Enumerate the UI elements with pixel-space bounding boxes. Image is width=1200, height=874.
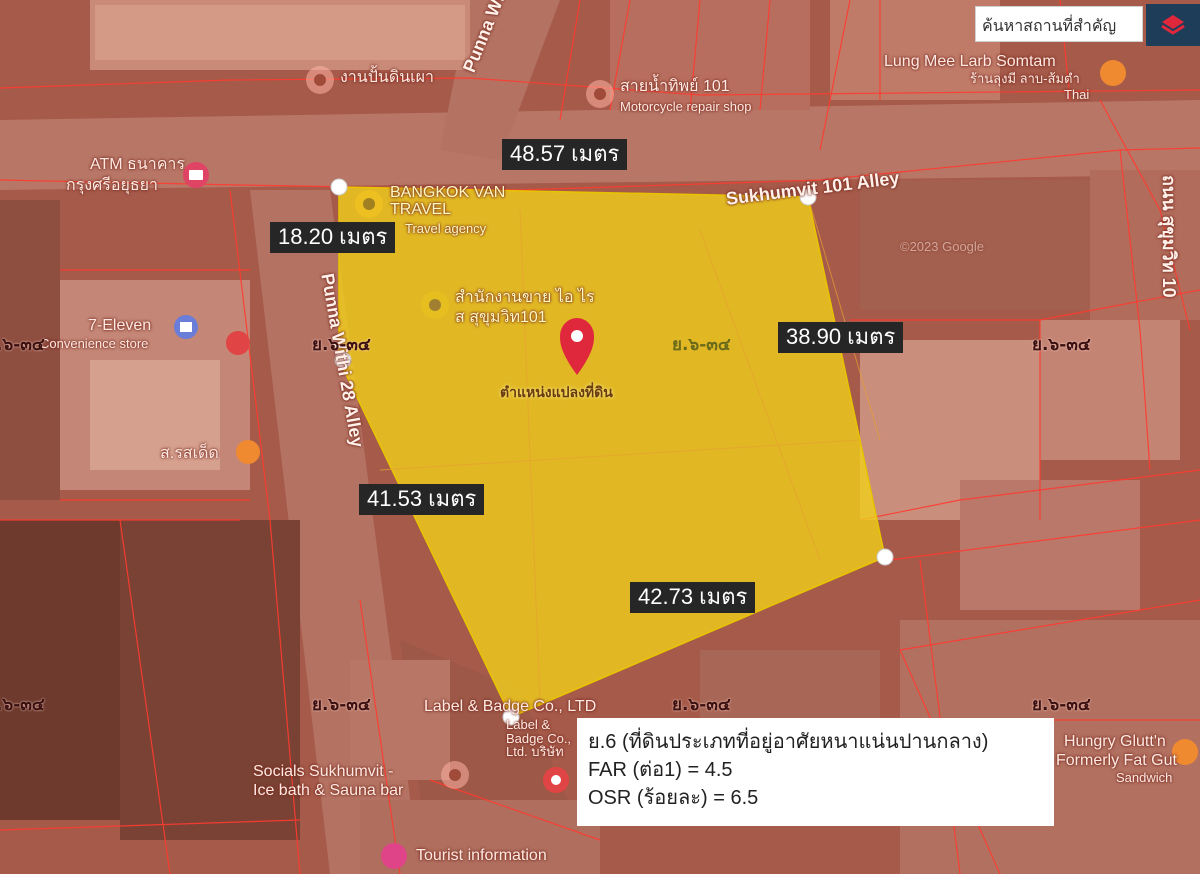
zone-label: ย.๖-๓๔ — [312, 695, 371, 715]
zoning-type: ย.6 (ที่ดินประเภทที่อยู่อาศัยหนาแน่นปานก… — [588, 731, 989, 753]
zone-label: ย.๖-๓๔ — [312, 335, 371, 355]
zone-label: ย.๖-๓๔ — [672, 695, 731, 715]
poi-label-lung-mee-thai: ร้านลุงมี ลาบ-ส้มตำ — [970, 71, 1080, 86]
poi-label-sales-office-1: สำนักงานขาย ไอ ไร — [455, 289, 595, 306]
poi-label-ice-bath: Ice bath & Sauna bar — [253, 782, 404, 799]
zone-label: ย.๖-๓๔ — [0, 335, 45, 355]
poi-label-atm: ATM ธนาคาร — [90, 156, 185, 173]
zone-label: ย.๖-๓๔ — [0, 695, 45, 715]
layers-icon — [1161, 15, 1185, 35]
poi-label-ban-pan-din-phao: งานปั้นดินเผา — [340, 69, 434, 86]
poi-marker-tourist — [381, 843, 407, 869]
poi-label-krungsri: กรุงศรีอยุธยา — [66, 177, 158, 194]
measurement-left: 41.53 เมตร — [359, 484, 485, 516]
poi-label-tourist-information: Tourist information — [416, 847, 547, 864]
search-input[interactable]: ค้นหาสถานที่สำคัญ — [975, 6, 1143, 42]
zone-label: ย.๖-๓๔ — [1032, 335, 1091, 355]
poi-label-thai: Thai — [1064, 87, 1090, 102]
measurement-left-top: 18.20 เมตร — [270, 222, 396, 254]
poi-label-sor-rot-det: ส.รสเด็ด — [160, 445, 219, 462]
poi-label-seven-eleven: 7-Eleven — [88, 317, 152, 334]
poi-label-bangkok-van-travel: BANGKOK VAN TRAVEL — [390, 184, 506, 218]
zone-label: ย.๖-๓๔ — [672, 335, 731, 355]
poi-label-hungry-glutton: Hungry Glutt'n — [1064, 733, 1166, 750]
poi-marker-red-pin — [226, 331, 250, 355]
poi-label-lung-mee-larb: Lung Mee Larb Somtam — [884, 53, 1056, 70]
measurement-bottom: 42.73 เมตร — [630, 582, 756, 614]
measurement-top: 48.57 เมตร — [502, 139, 628, 171]
zoning-info-panel: ย.6 (ที่ดินประเภทที่อยู่อาศัยหนาแน่นปานก… — [577, 718, 1054, 826]
poi-marker-lung-mee — [1100, 60, 1126, 86]
layers-button[interactable] — [1146, 4, 1200, 46]
poi-label-convenience-store: Convenience store — [40, 336, 149, 351]
poi-label-travel-agency: Travel agency — [405, 221, 487, 236]
poi-label-label-badge-sub: Label & Badge Co., Ltd. บริษัท — [506, 717, 572, 760]
poi-label-socials-sukhumvit: Socials Sukhumvit - — [253, 763, 394, 780]
far-value: FAR (ต่อ1) = 4.5 — [588, 759, 733, 781]
poi-label-sales-office-2: ส สุขุมวิท101 — [455, 309, 547, 326]
poi-label-sai-nam-thip: สายน้ำทิพย์ 101 — [620, 78, 730, 95]
poi-label-formerly-fat-gut: Formerly Fat Gut — [1056, 752, 1177, 769]
street-label-thanon-sukhumvit: ถนน สุขุมวิท 10 — [1159, 175, 1179, 298]
pin-label: ตำแหน่งแปลงที่ดิน — [500, 384, 613, 400]
osr-value: OSR (ร้อยละ) = 6.5 — [588, 787, 759, 809]
poi-marker-restaurant-sor — [236, 440, 260, 464]
poi-label-sandwich: Sandwich — [1116, 770, 1173, 785]
poi-label-label-badge: Label & Badge Co., LTD — [424, 698, 597, 715]
poi-label-motorcycle-repair: Motorcycle repair shop — [620, 99, 752, 114]
zone-label: ย.๖-๓๔ — [1032, 695, 1091, 715]
measurement-right: 38.90 เมตร — [778, 322, 904, 354]
google-attribution: ©2023 Google — [900, 239, 985, 254]
